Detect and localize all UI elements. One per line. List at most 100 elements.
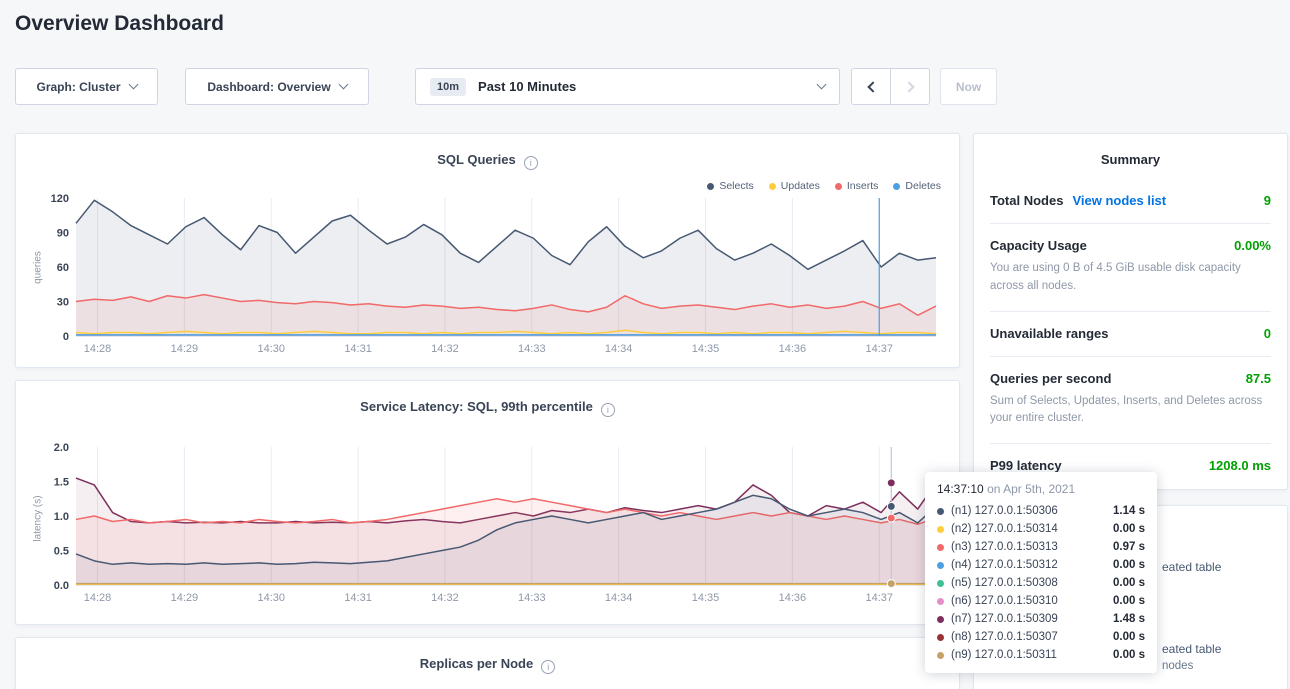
summary-capacity: Capacity Usage 0.00% You are using 0 B o… [990,224,1271,312]
svg-text:0.0: 0.0 [54,580,69,592]
legend-dot-icon [707,183,714,190]
tooltip-node-value: 0.00 s [1113,649,1145,661]
tooltip-node-value: 0.00 s [1113,577,1145,589]
svg-text:14:32: 14:32 [431,343,459,355]
tooltip-row: (n4) 127.0.0.1:50312 0.00 s [937,556,1145,574]
tooltip-node-value: 0.00 s [1113,523,1145,535]
sql-queries-chart-title: SQL Queries [437,152,516,167]
svg-text:120: 120 [51,193,69,205]
summary-qps: Queries per second 87.5 Sum of Selects, … [990,357,1271,445]
svg-text:14:30: 14:30 [257,592,285,604]
tooltip-node-value: 1.14 s [1113,505,1145,517]
tooltip-row: (n3) 127.0.0.1:503130.97 s [937,538,1145,556]
tooltip-node-label: (n9) 127.0.0.1:50311 [951,649,1057,661]
svg-text:90: 90 [57,228,69,240]
time-range-label: Past 10 Minutes [478,79,576,94]
info-icon[interactable]: i [601,403,615,417]
info-icon[interactable]: i [541,660,555,674]
time-range-dropdown[interactable]: 10m Past 10 Minutes [415,68,840,105]
time-range-badge: 10m [430,78,466,96]
dashboard-dropdown[interactable]: Dashboard: Overview [185,68,369,105]
svg-text:14:29: 14:29 [171,592,199,604]
tooltip-rows: (n1) 127.0.0.1:50306 1.14 s (n2) 127.0.0.1… [937,502,1145,664]
tooltip-row: (n8) 127.0.0.1:503070.00 s [937,628,1145,646]
time-forward-button[interactable] [890,68,930,105]
service-latency-panel: Service Latency: SQL, 99th percentilei l… [15,380,960,625]
svg-text:14:37: 14:37 [865,592,893,604]
sql-queries-chart[interactable]: 14:2814:2914:3014:3114:3214:3314:3414:35… [38,192,948,358]
unavailable-ranges-label: Unavailable ranges [990,326,1109,341]
dashboard-dropdown-label: Dashboard: Overview [207,80,330,94]
summary-title: Summary [974,134,1287,179]
replicas-chart-title: Replicas per Node [420,656,533,671]
svg-text:14:35: 14:35 [692,343,720,355]
node-color-dot-icon [937,616,944,623]
qps-label: Queries per second [990,371,1111,386]
tooltip-node-value: 0.00 s [1113,595,1145,607]
legend-item[interactable]: Selects [707,180,753,192]
graph-dropdown[interactable]: Graph: Cluster [15,68,158,105]
tooltip-node-label: (n4) 127.0.0.1:50312 [951,559,1058,571]
tooltip-node-label: (n5) 127.0.0.1:50308 [951,577,1058,589]
unavailable-ranges-value: 0 [1264,326,1271,341]
chevron-down-icon [128,80,138,90]
chart-tooltip: 14:37:10 on Apr 5th, 2021 (n1) 127.0.0.1… [925,472,1157,673]
legend-label: Updates [781,180,820,192]
legend-item[interactable]: Updates [769,180,820,192]
qps-caption: Sum of Selects, Updates, Inserts, and De… [990,393,1271,429]
page-title: Overview Dashboard [15,12,224,36]
svg-text:14:28: 14:28 [84,592,112,604]
legend-label: Inserts [847,180,879,192]
node-color-dot-icon [937,652,944,659]
service-latency-chart[interactable]: 14:2814:2914:3014:3114:3214:3314:3414:35… [38,441,948,607]
svg-text:14:33: 14:33 [518,592,546,604]
svg-text:1.0: 1.0 [54,511,69,523]
legend-dot-icon [769,183,776,190]
svg-text:14:35: 14:35 [692,592,720,604]
now-button[interactable]: Now [940,68,997,105]
capacity-label: Capacity Usage [990,238,1087,253]
node-color-dot-icon [937,526,944,533]
legend-item[interactable]: Deletes [893,180,941,192]
chevron-down-icon [338,80,348,90]
event-text-fragment: nodes [1162,660,1193,672]
tooltip-node-label: (n6) 127.0.0.1:50310 [951,595,1058,607]
overview-dashboard-screen: Overview Dashboard Graph: Cluster Dashbo… [0,0,1290,689]
svg-text:2.0: 2.0 [54,442,69,454]
info-icon[interactable]: i [524,156,538,170]
chart-title-row: SQL Queries i [16,134,959,170]
legend-label: Deletes [905,180,941,192]
capacity-caption: You are using 0 B of 4.5 GiB usable disk… [990,260,1271,296]
total-nodes-value: 9 [1264,193,1271,208]
capacity-value: 0.00% [1234,238,1271,253]
svg-text:0.5: 0.5 [54,546,69,558]
event-text-fragment: eated table [1162,642,1221,656]
svg-text:14:29: 14:29 [171,343,199,355]
summary-total-nodes: Total Nodes View nodes list 9 [990,179,1271,224]
svg-text:14:32: 14:32 [431,592,459,604]
tooltip-node-value: 0.97 s [1113,541,1145,553]
tooltip-row: (n2) 127.0.0.1:503140.00 s [937,520,1145,538]
replicas-per-node-panel: Replicas per Node i [15,637,960,689]
view-nodes-list-link[interactable]: View nodes list [1072,193,1166,208]
qps-value: 87.5 [1246,371,1271,386]
tooltip-node-label: (n1) 127.0.0.1:50306 [951,505,1058,517]
svg-text:0: 0 [63,331,69,343]
summary-panel: Summary Total Nodes View nodes list 9 Ca… [973,133,1288,490]
svg-text:14:30: 14:30 [257,343,285,355]
legend-dot-icon [835,183,842,190]
node-color-dot-icon [937,562,944,569]
tooltip-row: (n5) 127.0.0.1:50308 0.00 s [937,574,1145,592]
total-nodes-label: Total Nodes [990,193,1063,208]
svg-text:14:33: 14:33 [518,343,546,355]
legend-label: Selects [719,180,753,192]
tooltip-node-value: 0.00 s [1113,559,1145,571]
time-back-button[interactable] [851,68,891,105]
tooltip-header: 14:37:10 on Apr 5th, 2021 [937,482,1145,496]
node-color-dot-icon [937,580,944,587]
svg-text:30: 30 [57,297,69,309]
legend-item[interactable]: Inserts [835,180,879,192]
tooltip-node-value: 1.48 s [1113,613,1145,625]
time-step-buttons [851,68,930,105]
p99-value: 1208.0 ms [1209,458,1271,473]
